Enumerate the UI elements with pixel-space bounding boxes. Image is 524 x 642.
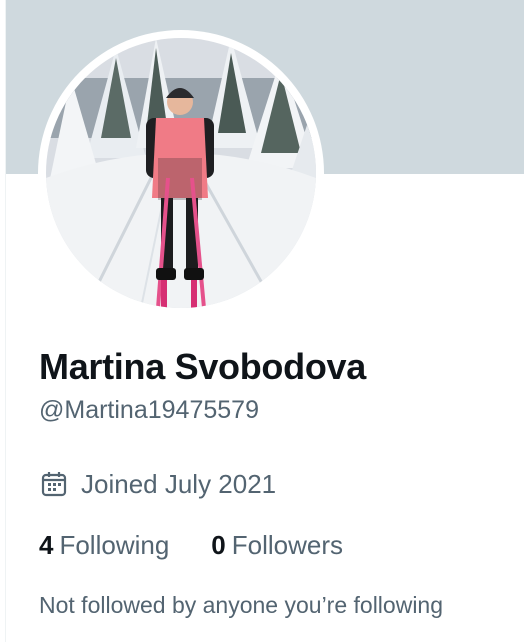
- avatar-photo: [46, 38, 316, 308]
- mutual-followers-note: Not followed by anyone you’re following: [39, 592, 444, 618]
- followers-label: Followers: [231, 530, 344, 560]
- user-handle: @Martina19475579: [39, 396, 259, 424]
- display-name: Martina Svobodova: [39, 346, 366, 387]
- following-label: Following: [59, 530, 170, 560]
- followers-count: 0: [211, 530, 226, 560]
- profile-header: Martina Svobodova @Martina19475579 Joine…: [0, 0, 524, 642]
- following-count: 4: [39, 530, 54, 560]
- follow-stats: 4 Following 0 Followers: [39, 530, 343, 561]
- joined-text: Joined July 2021: [81, 468, 277, 499]
- joined-date: Joined July 2021: [39, 467, 276, 501]
- following-link[interactable]: 4 Following: [39, 530, 169, 561]
- calendar-icon: [39, 469, 69, 499]
- followers-link[interactable]: 0 Followers: [211, 530, 343, 561]
- avatar[interactable]: [38, 30, 324, 316]
- avatar-image: [46, 38, 316, 308]
